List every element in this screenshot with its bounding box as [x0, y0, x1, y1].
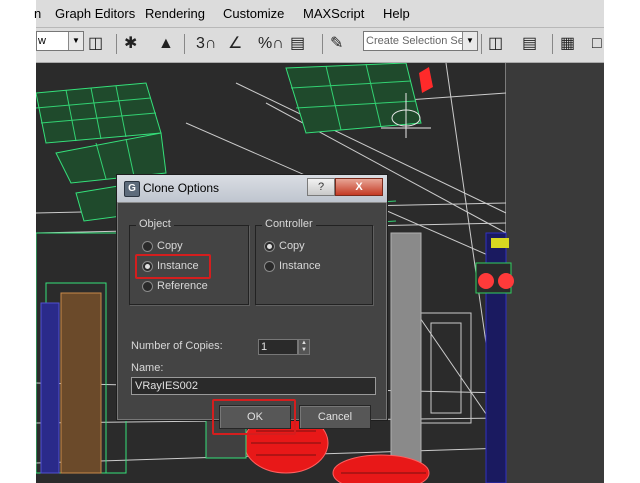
- object-copy-label: Copy: [157, 240, 183, 252]
- angle-snap-icon[interactable]: ∠: [228, 32, 242, 56]
- instance-highlight-box: [135, 254, 211, 279]
- toolbar-separator: [184, 34, 185, 54]
- select-manipulate-icon[interactable]: ✱: [124, 32, 137, 56]
- menu-item-help[interactable]: Help: [383, 6, 410, 21]
- controller-copy-label: Copy: [279, 240, 305, 252]
- clone-options-dialog: G Clone Options ? X Object Copy Instance: [116, 174, 388, 435]
- name-input[interactable]: VRayIES002: [131, 377, 376, 395]
- object-group-label: Object: [136, 218, 174, 230]
- 3dsmax-app-icon: G: [124, 181, 140, 197]
- pivot-icon[interactable]: ◫: [88, 32, 103, 56]
- mirror-icon[interactable]: ◫: [488, 32, 503, 56]
- graphite-toggle-icon[interactable]: □: [592, 32, 602, 56]
- object-reference-label: Reference: [157, 280, 208, 292]
- align-icon[interactable]: ▤: [522, 32, 537, 56]
- toolbar-separator: [481, 34, 482, 54]
- toolbar-separator: [116, 34, 117, 54]
- percent-label: %: [258, 35, 273, 52]
- named-selection-dropdown[interactable]: Create Selection Se ▼: [363, 31, 478, 51]
- ok-highlight-box: [212, 399, 296, 435]
- reference-coordinate-value: w: [38, 35, 46, 47]
- toolbar-separator: [552, 34, 553, 54]
- main-toolbar: w ▼ ◫ ✱ ▲ 3∩ ∠ %∩ ▤ ✎ Create Selection S…: [36, 28, 604, 63]
- controller-group-label: Controller: [262, 218, 316, 230]
- help-icon[interactable]: ?: [307, 178, 335, 196]
- controller-group: Controller Copy Instance: [255, 218, 373, 305]
- dialog-title: Clone Options: [143, 181, 220, 195]
- app-window: n Graph Editors Rendering Customize MAXS…: [0, 0, 640, 483]
- toolbar-separator: [322, 34, 323, 54]
- menu-item-rendering[interactable]: Rendering: [145, 6, 205, 21]
- radio-circle-selected: [264, 241, 275, 252]
- snap-toggle-icon[interactable]: 3∩: [196, 32, 216, 56]
- percent-snap-icon[interactable]: %∩: [258, 32, 284, 56]
- controller-copy-radio[interactable]: Copy: [264, 240, 354, 254]
- chevron-down-icon: ▼: [462, 32, 477, 50]
- chevron-down-icon: ▼: [68, 32, 83, 50]
- menu-item-customize[interactable]: Customize: [223, 6, 284, 21]
- copies-label: Number of Copies:: [131, 340, 223, 352]
- snap-label: 3: [196, 35, 205, 52]
- menu-item-maxscript[interactable]: MAXScript: [303, 6, 364, 21]
- menu-bar: n Graph Editors Rendering Customize MAXS…: [34, 0, 604, 28]
- name-label: Name:: [131, 362, 164, 374]
- menu-item-graph-editors[interactable]: Graph Editors: [55, 6, 135, 21]
- radio-circle: [142, 241, 153, 252]
- spinner-snap-icon[interactable]: ▤: [290, 32, 305, 56]
- close-icon[interactable]: X: [335, 178, 383, 196]
- menu-item-partial[interactable]: n: [34, 6, 41, 21]
- controller-instance-radio[interactable]: Instance: [264, 260, 354, 274]
- radio-circle: [264, 261, 275, 272]
- named-selection-value: Create Selection Se: [366, 35, 464, 47]
- reference-coordinate-dropdown[interactable]: w ▼: [36, 31, 84, 51]
- edit-named-selection-icon[interactable]: ✎: [330, 32, 343, 56]
- dialog-titlebar[interactable]: G Clone Options ? X: [117, 175, 387, 203]
- keyboard-shortcut-toggle-icon[interactable]: ▲: [158, 32, 174, 56]
- dialog-body: Object Copy Instance Reference Controlle…: [118, 203, 386, 435]
- layer-manager-icon[interactable]: ▦: [560, 32, 575, 56]
- object-copy-radio[interactable]: Copy: [142, 240, 232, 254]
- controller-instance-label: Instance: [279, 260, 321, 272]
- cancel-button[interactable]: Cancel: [299, 405, 371, 429]
- copies-input[interactable]: 1: [258, 339, 298, 355]
- object-reference-radio[interactable]: Reference: [142, 280, 232, 294]
- spinner-icon[interactable]: ▲ ▼: [298, 339, 310, 355]
- radio-circle: [142, 281, 153, 292]
